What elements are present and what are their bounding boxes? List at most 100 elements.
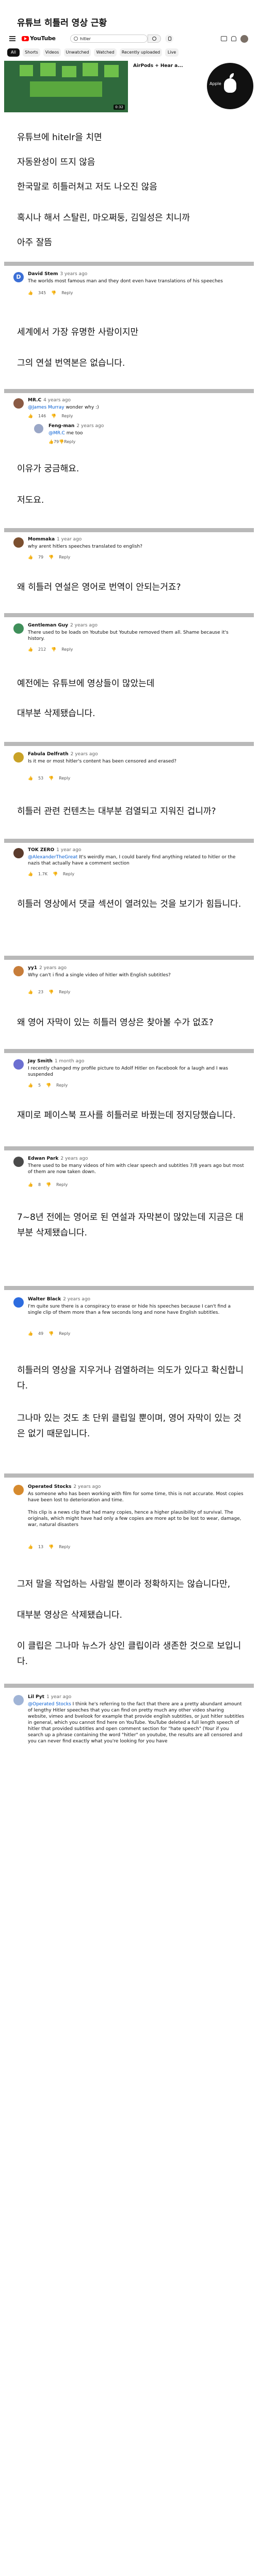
thumbs-up-icon[interactable]: 👍: [28, 1331, 33, 1336]
avatar[interactable]: [13, 752, 24, 762]
notification-bell-icon[interactable]: [231, 36, 236, 41]
thumbs-down-icon[interactable]: 👎: [46, 1083, 51, 1088]
video-title[interactable]: AirPods + Hear a...: [133, 63, 195, 69]
avatar[interactable]: [13, 537, 24, 548]
avatar[interactable]: [13, 1297, 24, 1308]
avatar[interactable]: [13, 1059, 24, 1070]
comment-actions: 👍 53 👎 Reply: [28, 776, 70, 781]
thumbs-down-icon[interactable]: 👎: [49, 1545, 54, 1549]
thumbs-down-icon[interactable]: 👎: [59, 439, 64, 444]
comment-author[interactable]: Mommaka 1 year ago: [28, 536, 82, 543]
thumbs-up-icon[interactable]: 👍: [28, 990, 33, 994]
reply-button[interactable]: Reply: [59, 555, 70, 560]
youtube-logo-icon[interactable]: [22, 36, 29, 41]
thumbs-down-icon[interactable]: 👎: [49, 990, 54, 994]
reply-button[interactable]: Reply: [61, 291, 73, 295]
comment-actions: 👍 1.7K 👎 Reply: [28, 872, 74, 877]
thumbs-down-icon[interactable]: 👎: [49, 555, 54, 560]
thumbs-up-icon[interactable]: 👍: [28, 291, 33, 295]
thumbs-up-icon[interactable]: 👍: [49, 439, 54, 444]
thumbs-up-icon[interactable]: 👍: [28, 555, 33, 560]
video-thumbnail[interactable]: 0:32: [4, 61, 128, 112]
microphone-icon[interactable]: [165, 35, 173, 43]
avatar[interactable]: [13, 398, 24, 409]
comment-author[interactable]: Jay Smith 1 month ago: [28, 1058, 84, 1064]
thumbs-down-icon[interactable]: 👎: [51, 291, 56, 295]
reply-button[interactable]: Reply: [59, 990, 70, 994]
thumbs-down-icon[interactable]: 👎: [53, 872, 58, 876]
comment-author[interactable]: Gentleman Guy 2 years ago: [28, 622, 98, 629]
comment-author[interactable]: Edwan Park 2 years ago: [28, 1156, 88, 1162]
thumbs-up-icon[interactable]: 👍: [28, 1545, 33, 1549]
like-count: 1.7K: [38, 872, 47, 876]
filter-chips: All Shorts Videos Unwatched Watched Rece…: [4, 48, 254, 58]
comment-author[interactable]: yy1 2 years ago: [28, 965, 67, 971]
comment-author[interactable]: MR.C 4 years ago: [28, 397, 71, 403]
comment-actions: 👍 212 👎 Reply: [28, 647, 73, 652]
thumbs-down-icon[interactable]: 👎: [49, 1331, 54, 1336]
comment-text: This clip is a news clip that had many c…: [28, 1510, 241, 1528]
comment-author[interactable]: Lil Pyt 1 year ago: [28, 1694, 71, 1700]
chip-all[interactable]: All: [7, 48, 20, 57]
reply-button[interactable]: Reply: [64, 439, 75, 444]
reply-button[interactable]: Reply: [59, 1331, 70, 1336]
reply-button[interactable]: Reply: [61, 647, 73, 652]
like-count: 79: [53, 439, 59, 444]
thumbs-down-icon[interactable]: 👎: [46, 1182, 51, 1187]
like-count: 53: [38, 776, 44, 781]
chip-live[interactable]: Live: [165, 48, 179, 57]
chip-shorts[interactable]: Shorts: [23, 48, 40, 57]
thumbs-down-icon[interactable]: 👎: [51, 414, 56, 418]
comment-actions: 👍 13 👎 Reply: [28, 1545, 70, 1550]
reply-button[interactable]: Reply: [61, 414, 73, 418]
thumbs-up-icon[interactable]: 👍: [28, 1182, 33, 1187]
search-input[interactable]: hitler: [70, 35, 148, 43]
chip-recently-uploaded[interactable]: Recently uploaded: [120, 48, 162, 57]
reply-author[interactable]: Feng-man 2 years ago: [49, 423, 104, 429]
comment-text: why arent hitlers speeches translated to…: [28, 544, 142, 549]
comment-author[interactable]: Walter Black 2 years ago: [28, 1296, 90, 1302]
chip-videos[interactable]: Videos: [43, 48, 61, 57]
avatar[interactable]: [13, 1485, 24, 1495]
reply-button[interactable]: Reply: [56, 1083, 68, 1088]
thumbs-up-icon[interactable]: 👍: [28, 776, 33, 781]
create-icon[interactable]: [221, 36, 227, 41]
reply-text: @MR.C me too: [49, 431, 83, 436]
thumbs-down-icon[interactable]: 👎: [49, 776, 54, 781]
avatar[interactable]: [13, 1157, 24, 1167]
comment-text: I recently changed my profile picture to…: [28, 1066, 228, 1077]
avatar[interactable]: [13, 623, 24, 634]
comment-author[interactable]: Fabula Delfrath 2 years ago: [28, 751, 98, 757]
chip-unwatched[interactable]: Unwatched: [64, 48, 91, 57]
thumbs-down-icon[interactable]: 👎: [51, 647, 56, 652]
comment-text: The worlds most famous man and they dont…: [28, 279, 223, 284]
reply-button[interactable]: Reply: [63, 872, 74, 876]
apple-logo-icon: [224, 78, 236, 93]
chip-watched[interactable]: Watched: [94, 48, 117, 57]
account-avatar[interactable]: [240, 35, 248, 43]
comment-author[interactable]: David Stem 3 years ago: [28, 271, 87, 277]
post-paragraph: 재미로 페이스북 프사를 히틀러로 바꿨는데 정지당했습니다.: [17, 1110, 236, 1121]
comment-card: Edwan Park 2 years ago There used to be m…: [4, 1150, 254, 1197]
menu-icon[interactable]: [9, 36, 15, 41]
thumbs-up-icon[interactable]: 👍: [28, 1083, 33, 1088]
apple-ad-thumbnail[interactable]: [207, 63, 253, 109]
comment-actions: 👍 8 👎 Reply: [28, 1182, 68, 1188]
comment-actions: 👍 5 👎 Reply: [28, 1083, 68, 1088]
youtube-logo-text[interactable]: YouTube: [30, 35, 56, 42]
thumbs-up-icon[interactable]: 👍: [28, 872, 33, 876]
avatar[interactable]: D: [13, 272, 24, 282]
thumbs-up-icon[interactable]: 👍: [28, 647, 33, 652]
comment-author[interactable]: Operated Stocks 2 years ago: [28, 1484, 101, 1490]
search-button[interactable]: [148, 35, 161, 43]
thumbs-up-icon[interactable]: 👍: [28, 414, 33, 418]
reply-button[interactable]: Reply: [56, 1182, 68, 1187]
like-count: 23: [38, 990, 44, 994]
avatar[interactable]: [34, 424, 43, 433]
avatar[interactable]: [13, 848, 24, 858]
reply-button[interactable]: Reply: [59, 1545, 70, 1549]
avatar[interactable]: [13, 1695, 24, 1705]
comment-author[interactable]: TOK ZERO 1 year ago: [28, 847, 81, 853]
reply-button[interactable]: Reply: [59, 776, 70, 781]
avatar[interactable]: [13, 966, 24, 976]
